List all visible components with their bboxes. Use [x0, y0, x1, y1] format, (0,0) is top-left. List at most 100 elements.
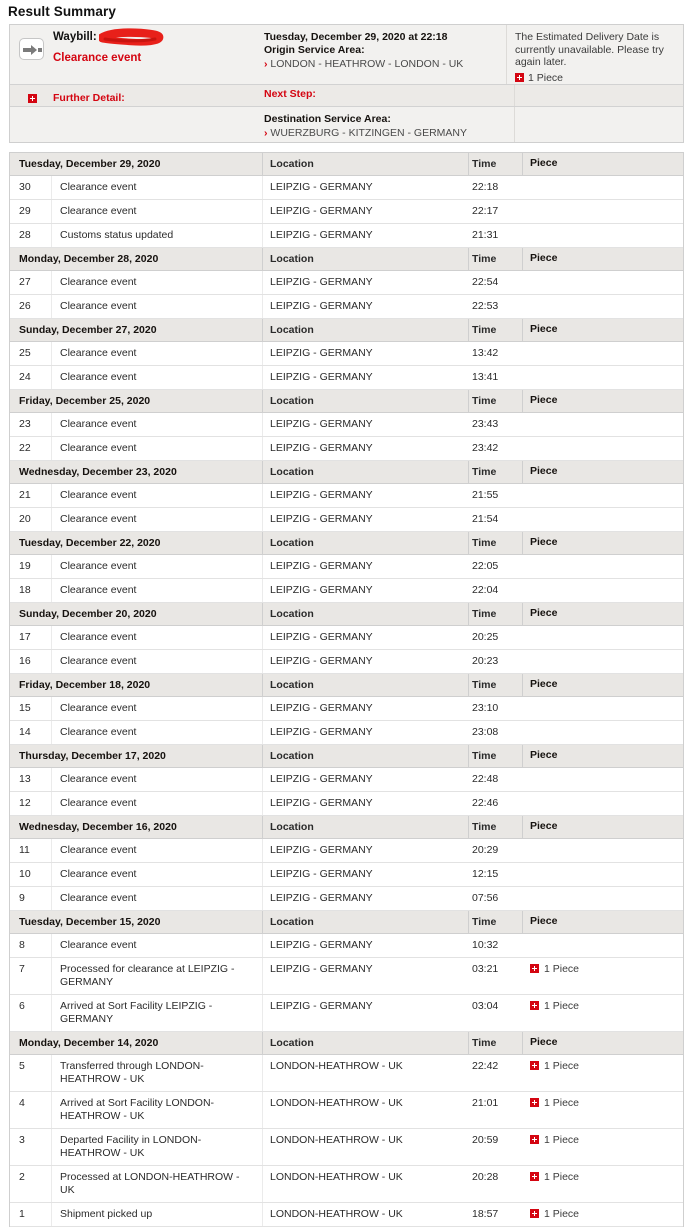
destination-value-text: WUERZBURG - KITZINGEN - GERMANY [270, 126, 468, 139]
event-datetime: Tuesday, December 29, 2020 at 22:18 [264, 31, 448, 43]
event-time: 20:59 [472, 1133, 499, 1146]
table-row: 22 Clearance event LEIPZIG - GERMANY 23:42 [10, 436, 683, 461]
event-time: 22:54 [472, 275, 499, 288]
further-detail-row[interactable]: Further Detail: [28, 88, 264, 104]
expand-plus-icon[interactable] [515, 73, 524, 82]
column-header-time: Time [469, 744, 523, 767]
table-row: 29 Clearance event LEIPZIG - GERMANY 22:17 [10, 199, 683, 224]
shipment-status-text[interactable]: Clearance event [51, 46, 264, 64]
piece-expand-row[interactable]: 1 Piece [530, 1133, 679, 1146]
event-description: Clearance event [52, 767, 263, 791]
event-description: Clearance event [52, 483, 263, 507]
event-description: Clearance event [52, 720, 263, 744]
event-description: Clearance event [52, 862, 263, 886]
origin-info-cell: Tuesday, December 29, 2020 at 22:18 Orig… [264, 25, 506, 84]
date-group-label: Friday, December 18, 2020 [10, 673, 263, 696]
event-description: Clearance event [52, 175, 263, 199]
piece-expand-row[interactable]: 1 Piece [530, 1207, 679, 1220]
delivery-estimate-notice: The Estimated Delivery Date is currently… [515, 31, 664, 68]
event-description: Clearance event [52, 791, 263, 815]
event-time: 21:31 [472, 228, 499, 241]
column-header-time: Time [469, 460, 523, 483]
next-step-cell: Next Step: [264, 85, 514, 106]
expand-plus-icon[interactable] [530, 964, 539, 973]
piece-expand-row[interactable]: 1 Piece [530, 962, 679, 975]
event-location: LEIPZIG - GERMANY [270, 891, 373, 904]
expand-plus-icon[interactable] [530, 1172, 539, 1181]
column-header-time: Time [469, 1031, 523, 1054]
event-time: 23:10 [472, 701, 499, 714]
summary-further-detail-band: Further Detail: Next Step: [10, 84, 683, 107]
event-piece [523, 508, 683, 531]
event-description: Clearance event [52, 365, 263, 389]
event-time: 20:28 [472, 1170, 499, 1183]
table-row: 4 Arrived at Sort Facility LONDON-HEATHRO… [10, 1091, 683, 1129]
column-header-time: Time [469, 389, 523, 412]
column-header-time: Time [469, 602, 523, 625]
summary-piece-row[interactable]: 1 Piece [515, 72, 683, 84]
piece-expand-row[interactable]: 1 Piece [530, 1170, 679, 1183]
event-description: Transferred through LONDON-HEATHROW - UK [52, 1054, 263, 1091]
expand-plus-icon[interactable] [530, 1209, 539, 1218]
date-group-label: Friday, December 25, 2020 [10, 389, 263, 412]
destination-info-cell: Destination Service Area: › WUERZBURG - … [264, 107, 514, 142]
event-location: LONDON-HEATHROW - UK [270, 1133, 403, 1146]
origin-service-area-value[interactable]: › LONDON - HEATHROW - LONDON - UK [264, 57, 506, 71]
expand-plus-icon[interactable] [530, 1135, 539, 1144]
table-row: 16 Clearance event LEIPZIG - GERMANY 20:23 [10, 649, 683, 674]
waybill-label: Waybill: [53, 31, 97, 43]
piece-count-label: 1 Piece [544, 1207, 580, 1220]
event-description: Processed at LONDON-HEATHROW - UK [52, 1165, 263, 1202]
event-piece: 1 Piece [523, 995, 683, 1031]
table-row: 3 Departed Facility in LONDON-HEATHROW - … [10, 1128, 683, 1166]
column-header-location: Location [263, 1031, 469, 1054]
table-row: 15 Clearance event LEIPZIG - GERMANY 23:10 [10, 696, 683, 721]
piece-expand-row[interactable]: 1 Piece [530, 1096, 679, 1109]
table-row: 27 Clearance event LEIPZIG - GERMANY 22:54 [10, 270, 683, 295]
date-group-label: Monday, December 14, 2020 [10, 1031, 263, 1054]
column-header-location: Location [263, 673, 469, 696]
date-group-header: Tuesday, December 22, 2020 Location Time Pi… [10, 531, 683, 555]
event-location: LEIPZIG - GERMANY [270, 370, 373, 383]
event-number: 4 [10, 1091, 52, 1128]
event-time: 23:43 [472, 417, 499, 430]
event-piece: 1 Piece [523, 1166, 683, 1202]
column-header-time: Time [469, 318, 523, 341]
event-number: 6 [10, 994, 52, 1031]
event-time: 22:17 [472, 204, 499, 217]
event-piece [523, 626, 683, 649]
piece-expand-row[interactable]: 1 Piece [530, 1059, 679, 1072]
event-location: LEIPZIG - GERMANY [270, 796, 373, 809]
column-header-location: Location [263, 460, 469, 483]
destination-service-area-value[interactable]: › WUERZBURG - KITZINGEN - GERMANY [264, 126, 514, 140]
expand-plus-icon[interactable] [530, 1061, 539, 1070]
event-time: 20:25 [472, 630, 499, 643]
expand-plus-icon[interactable] [530, 1098, 539, 1107]
column-header-location: Location [263, 247, 469, 270]
date-group-header: Thursday, December 17, 2020 Location Time P… [10, 744, 683, 768]
piece-expand-row[interactable]: 1 Piece [530, 999, 679, 1012]
event-description: Clearance event [52, 270, 263, 294]
destination-icon-cell [10, 107, 51, 142]
event-location: LEIPZIG - GERMANY [270, 346, 373, 359]
date-group-header: Sunday, December 20, 2020 Location Time Pie… [10, 602, 683, 626]
event-time: 13:42 [472, 346, 499, 359]
summary-band-c-spacer [514, 106, 683, 142]
event-number: 10 [10, 862, 52, 886]
event-time: 22:04 [472, 583, 499, 596]
event-number: 12 [10, 791, 52, 815]
piece-count-label: 1 Piece [544, 999, 580, 1012]
further-detail-plus-icon[interactable] [28, 93, 37, 105]
further-detail-cell[interactable]: Further Detail: [28, 85, 264, 106]
table-row: 9 Clearance event LEIPZIG - GERMANY 07:56 [10, 886, 683, 911]
table-row: 28 Customs status updated LEIPZIG - GERMAN… [10, 223, 683, 248]
expand-plus-icon[interactable] [530, 1001, 539, 1010]
chevron-right-icon: › [264, 126, 268, 139]
summary-piece-count: 1 Piece [528, 71, 564, 84]
event-number: 11 [10, 838, 52, 862]
piece-count-label: 1 Piece [544, 1133, 580, 1146]
table-row: 5 Transferred through LONDON-HEATHROW - U… [10, 1054, 683, 1092]
event-description: Clearance event [52, 886, 263, 910]
event-piece [523, 650, 683, 673]
event-number: 22 [10, 436, 52, 460]
